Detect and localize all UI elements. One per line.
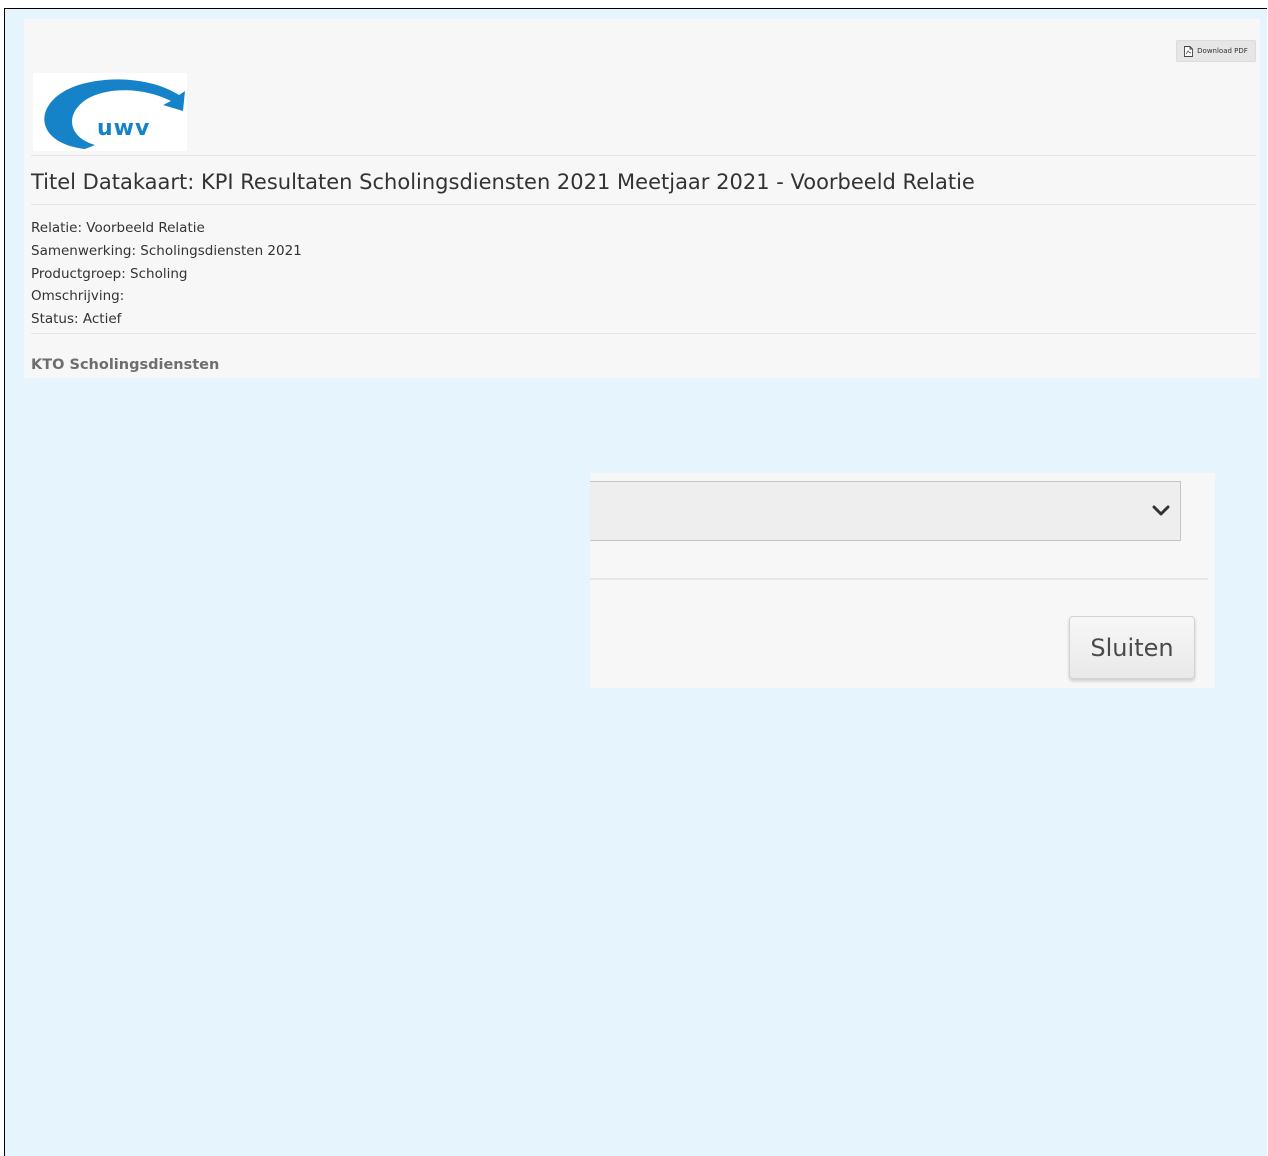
meta-status: Status: Actief [31,311,122,328]
close-button[interactable]: Sluiten [1069,616,1195,679]
meta-relatie: Relatie: Voorbeeld Relatie [31,220,205,236]
pdf-file-icon [1184,45,1194,57]
download-pdf-label: Download PDF [1197,47,1248,55]
divider-title [31,204,1256,205]
divider-top [31,155,1256,156]
meta-productgroep: Productgroep: Scholing [31,265,188,282]
datakaart-meta: Relatie: Voorbeeld Relatie Samenwerking:… [31,217,302,331]
download-pdf-button[interactable]: Download PDF [1176,40,1256,62]
meta-samenwerking: Samenwerking: Scholingsdiensten 2021 [31,242,302,259]
modal-select[interactable] [590,481,1181,541]
divider-meta [31,333,1256,334]
uwv-logo: uwv [33,73,187,151]
section-heading: KTO Scholingsdiensten [31,357,220,373]
logo-wordmark: uwv [97,116,150,141]
chevron-down-icon[interactable] [1151,503,1171,519]
page-title: Titel Datakaart: KPI Resultaten Scholing… [31,170,975,194]
meta-omschrijving: Omschrijving: [31,288,125,305]
modal-divider [590,578,1208,580]
